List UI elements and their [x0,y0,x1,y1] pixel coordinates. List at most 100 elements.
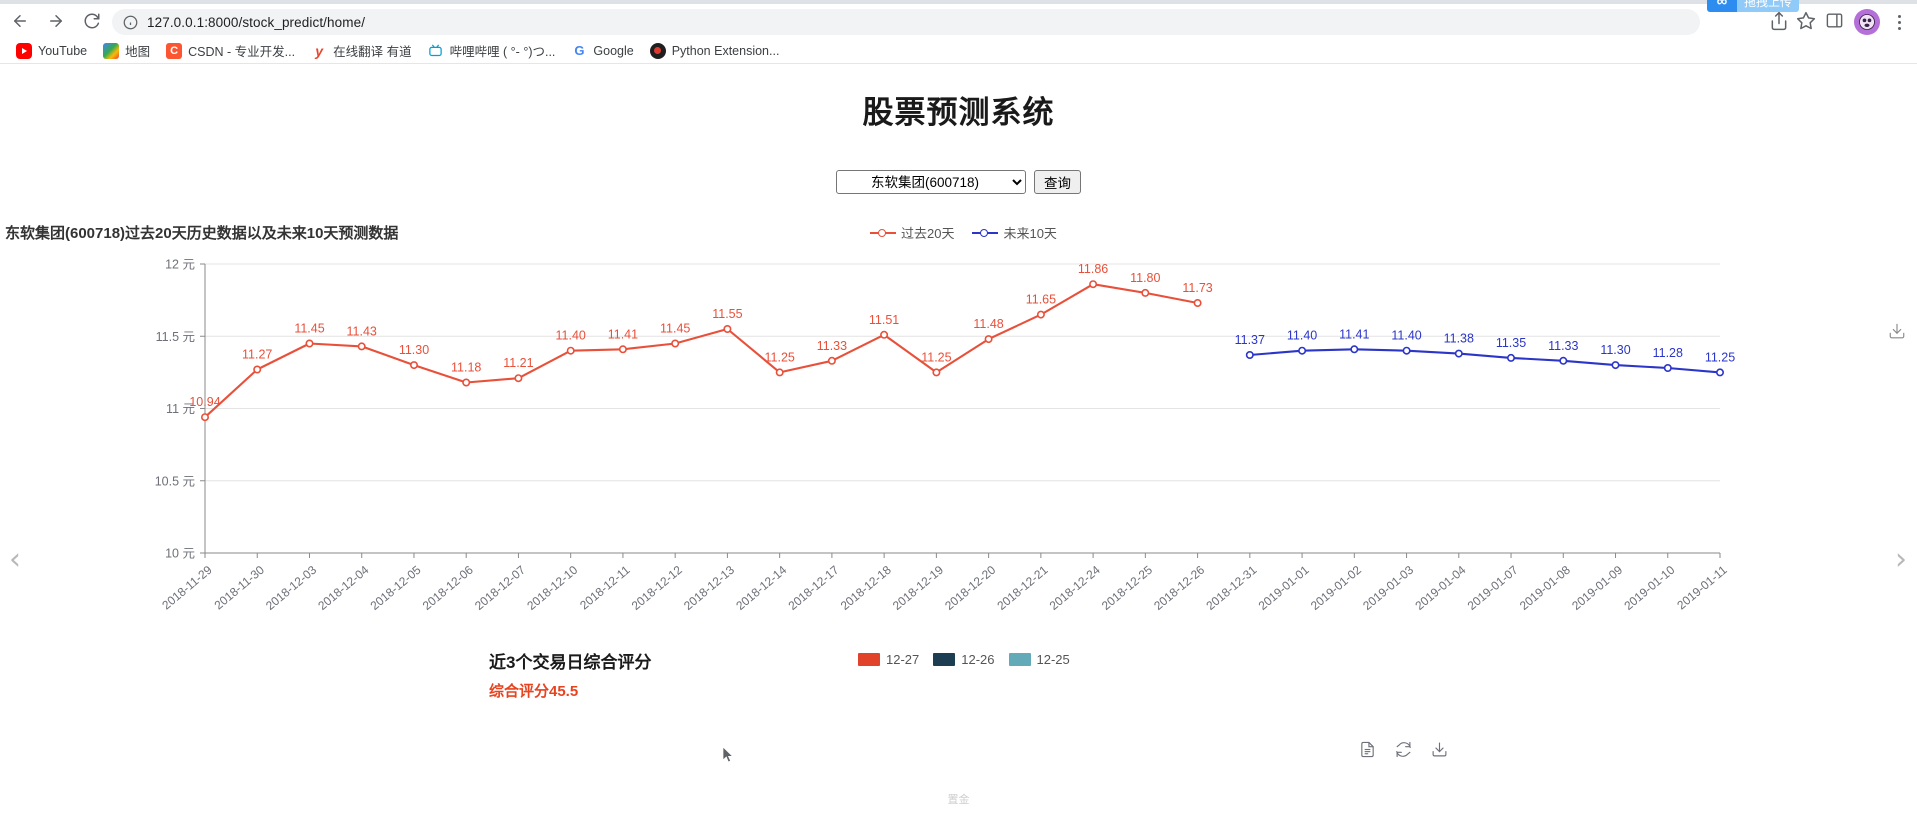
bookmark-maps[interactable]: 地图 [95,39,158,63]
data-label: 11.51 [869,313,899,327]
bookmark-bilibili[interactable]: 哔哩哔哩 ( °- °)つ... [420,39,564,63]
side-panel-icon[interactable] [1825,11,1847,33]
bookmark-csdn[interactable]: C CSDN - 专业开发... [158,39,303,63]
y-axis-tick-label: 11.5 元 [156,330,195,344]
data-point[interactable] [1507,353,1516,362]
bookmark-label: 在线翻译 有道 [333,45,412,59]
data-view-icon[interactable] [1357,739,1377,759]
data-point[interactable] [201,413,210,422]
page-download-icon[interactable] [1888,322,1906,340]
score-legend-label: 12-27 [886,652,920,667]
address-bar[interactable]: 127.0.0.1:8000/stock_predict/home/ [112,9,1700,35]
x-axis-tick-label: 2018-12-26 [1151,563,1207,613]
x-axis-tick-label: 2018-12-05 [368,563,424,613]
score-title: 近3个交易日综合评分 [489,653,652,672]
x-axis-tick-label: 2019-01-07 [1465,563,1521,613]
data-point[interactable] [514,374,523,383]
data-point[interactable] [1663,364,1672,373]
x-axis-tick-label: 2019-01-09 [1569,563,1625,613]
score-legend-item-1226[interactable]: 12-26 [933,652,995,667]
bookmark-label: CSDN - 专业开发... [188,45,296,59]
x-axis-tick-label: 2018-12-07 [472,563,528,613]
data-point[interactable] [253,365,262,374]
bookmark-google[interactable]: G Google [563,39,641,63]
data-label: 11.80 [1130,271,1160,285]
score-legend-item-1227[interactable]: 12-27 [858,652,919,667]
share-icon[interactable] [1769,11,1791,33]
score-value: 综合评分45.5 [489,683,579,700]
legend-item-future[interactable]: 未来10天 [972,223,1057,242]
data-point[interactable] [1089,280,1098,289]
x-axis-tick-label: 2018-12-25 [1099,563,1155,613]
bookmark-youtube[interactable]: YouTube [8,39,95,63]
score-swatch-1227 [858,653,880,666]
page-scrollbar-track[interactable] [1908,128,1916,835]
back-button[interactable] [4,5,36,37]
legend-marker-past-icon [870,227,896,239]
stock-chart: 东软集团(600718)过去20天历史数据以及未来10天预测数据 过去20天 未… [0,220,1917,640]
data-point[interactable] [1611,361,1620,370]
data-point[interactable] [1350,345,1359,354]
y-axis-tick-label: 10 元 [165,547,195,561]
data-point[interactable] [409,361,418,370]
data-point[interactable] [618,345,627,354]
forward-button[interactable] [40,5,72,37]
data-point[interactable] [827,356,836,365]
data-point[interactable] [775,368,784,377]
data-point[interactable] [723,325,732,334]
data-point[interactable] [1036,310,1045,319]
data-label: 11.27 [242,348,272,362]
score-section: 近3个交易日综合评分 综合评分45.5 12-27 12-26 12-25 [0,640,1917,760]
refresh-icon[interactable] [1393,739,1413,759]
data-point[interactable] [1245,351,1254,360]
bookmark-label: 哔哩哔哩 ( °- °)つ... [449,45,556,59]
x-axis-tick-label: 2019-01-10 [1621,563,1677,613]
bookmark-label: 地图 [125,45,151,59]
youtube-icon [16,42,32,59]
data-point[interactable] [1454,349,1463,358]
browser-chrome: 127.0.0.1:8000/stock_predict/home/ ∞ 拖拽上… [0,0,1917,64]
data-point[interactable] [1559,356,1568,365]
data-point[interactable] [1716,368,1725,377]
site-info-icon[interactable] [123,15,138,30]
data-point[interactable] [880,330,889,339]
series-line-future [1248,348,1722,374]
legend-item-past[interactable]: 过去20天 [870,223,954,242]
data-label: 11.25 [765,350,795,364]
carousel-prev-arrow-icon[interactable]: ‹ [4,542,26,578]
bookmark-youdao[interactable]: y 在线翻译 有道 [303,39,419,63]
data-point[interactable] [462,378,471,387]
x-axis-tick-label: 2018-12-04 [315,563,371,613]
data-point[interactable] [1141,288,1150,297]
score-legend-label: 12-25 [1036,652,1070,667]
x-axis-tick-label: 2018-12-19 [890,563,946,613]
query-button[interactable]: 查询 [1034,170,1081,194]
data-point[interactable] [357,342,366,351]
data-point[interactable] [1402,346,1411,355]
x-axis-tick-label: 2018-11-29 [159,563,215,613]
csdn-icon: C [166,42,183,59]
download-icon[interactable] [1429,739,1449,759]
chart-plot-area: 10 元10.5 元11 元11.5 元12 元2018-11-292018-1… [155,258,1736,613]
data-point[interactable] [984,335,993,344]
legend-label-future: 未来10天 [1003,226,1057,241]
profile-avatar[interactable] [1854,9,1880,35]
reload-button[interactable] [76,5,108,37]
data-point[interactable] [932,368,941,377]
bookmark-python-extension[interactable]: Python Extension... [642,39,788,63]
drag-upload-badge[interactable]: ∞ 拖拽上传 [1707,0,1800,12]
x-axis-tick-label: 2019-01-01 [1256,563,1312,613]
score-legend-label: 12-26 [961,652,995,667]
data-point[interactable] [305,339,314,348]
score-legend-item-1225[interactable]: 12-25 [1008,652,1070,667]
browser-menu-icon[interactable] [1890,10,1908,34]
data-label: 11.73 [1182,281,1212,295]
data-point[interactable] [1298,346,1307,355]
data-point[interactable] [1193,298,1202,307]
footer-text: 置金 [947,794,970,806]
stock-select[interactable]: 东软集团(600718) [836,170,1026,194]
data-label: 11.33 [1548,339,1578,353]
data-point[interactable] [671,339,680,348]
data-point[interactable] [566,346,575,355]
bookmark-star-icon[interactable] [1796,11,1818,33]
